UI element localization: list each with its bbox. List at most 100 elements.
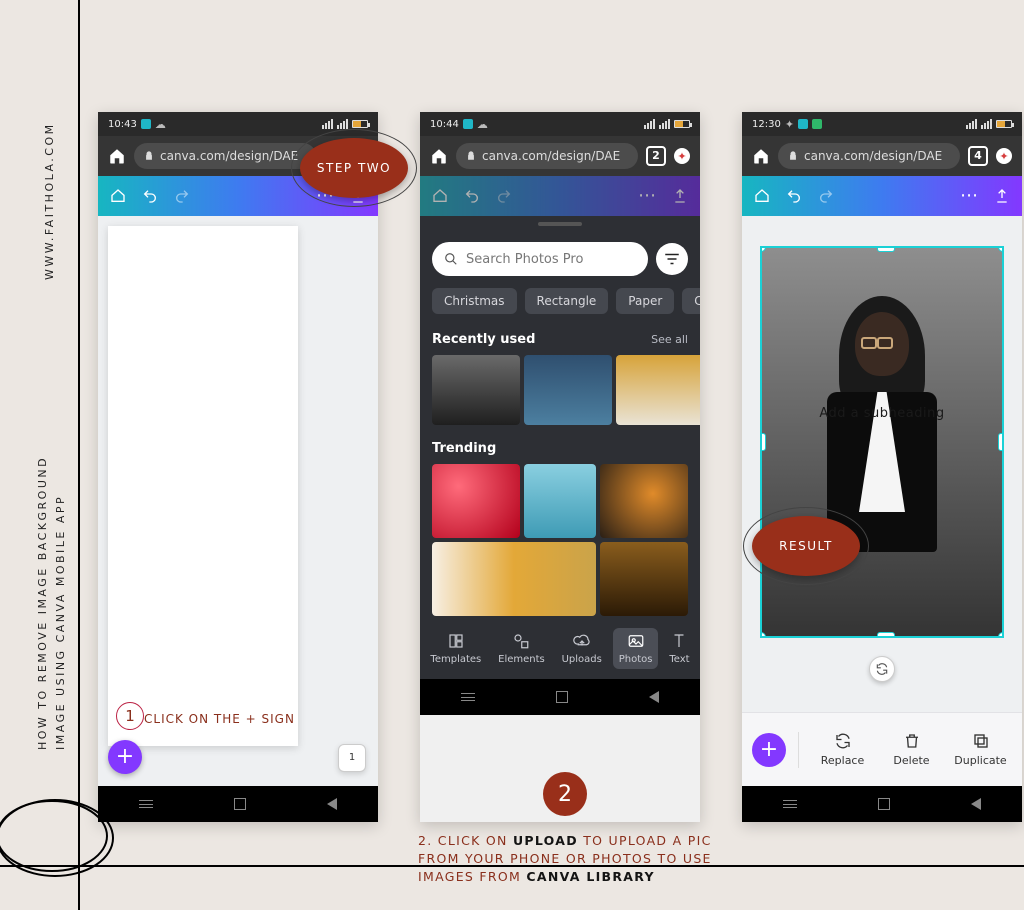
- photo-thumb[interactable]: [432, 542, 596, 616]
- canva-toolbar: ⋯: [742, 176, 1022, 216]
- share-icon[interactable]: [672, 188, 688, 204]
- photo-thumb[interactable]: [524, 464, 596, 538]
- resize-handle[interactable]: [760, 632, 766, 638]
- share-icon[interactable]: [994, 188, 1010, 204]
- search-row: Search Photos Pro: [420, 232, 700, 284]
- recent-thumbs: [420, 351, 700, 435]
- search-input[interactable]: Search Photos Pro: [432, 242, 648, 276]
- action-delete[interactable]: Delete: [880, 732, 943, 767]
- rotate-icon: [875, 662, 889, 676]
- status-time: 10:43: [108, 119, 137, 130]
- blank-page[interactable]: [108, 226, 298, 746]
- chip[interactable]: Christmas: [432, 288, 517, 314]
- tab-count[interactable]: 4: [968, 146, 988, 166]
- back-nav-icon[interactable]: [327, 798, 337, 810]
- nav-label: Templates: [430, 654, 481, 665]
- more-icon[interactable]: ⋯: [638, 187, 656, 205]
- photo-thumb[interactable]: [600, 464, 688, 538]
- resize-handle[interactable]: [998, 246, 1004, 252]
- sheet-handle[interactable]: [420, 216, 700, 232]
- canva-home-icon[interactable]: [754, 188, 770, 204]
- resize-handle[interactable]: [877, 632, 895, 638]
- photo-thumb[interactable]: [524, 355, 612, 425]
- resize-handle[interactable]: [998, 433, 1004, 451]
- recent-apps-icon[interactable]: [783, 800, 797, 808]
- section-title: Recently used: [432, 332, 535, 347]
- filter-icon: [663, 250, 681, 268]
- canvas-area[interactable]: 1 CLICK ON THE + SIGN + 1: [98, 216, 378, 786]
- undo-icon[interactable]: [142, 188, 158, 204]
- nav-templates[interactable]: Templates: [424, 628, 487, 669]
- add-button[interactable]: +: [752, 733, 786, 767]
- see-all-link[interactable]: See all: [651, 333, 688, 346]
- back-nav-icon[interactable]: [971, 798, 981, 810]
- redo-icon[interactable]: [496, 188, 512, 204]
- action-replace[interactable]: Replace: [811, 732, 874, 767]
- trending-grid: [420, 460, 700, 620]
- photo-thumb[interactable]: [432, 464, 520, 538]
- photo-thumb[interactable]: [616, 355, 700, 425]
- browser-extension-icon[interactable]: ✦: [674, 148, 690, 164]
- add-button[interactable]: +: [108, 740, 142, 774]
- home-nav-icon[interactable]: [556, 691, 568, 703]
- home-nav-icon[interactable]: [878, 798, 890, 810]
- photo-thumb[interactable]: [432, 355, 520, 425]
- tab-count[interactable]: 2: [646, 146, 666, 166]
- resize-handle[interactable]: [760, 246, 766, 252]
- resize-handle[interactable]: [998, 632, 1004, 638]
- url-bar[interactable]: canva.com/design/DAE: [134, 143, 316, 169]
- cloud-icon: ☁: [155, 118, 166, 131]
- browser-extension-icon[interactable]: ✦: [996, 148, 1012, 164]
- photos-icon: [627, 632, 645, 650]
- action-duplicate[interactable]: Duplicate: [949, 732, 1012, 767]
- undo-icon[interactable]: [464, 188, 480, 204]
- resize-handle[interactable]: [877, 246, 895, 252]
- nav-uploads[interactable]: Uploads: [556, 628, 608, 669]
- url-bar[interactable]: canva.com/design/DAE: [456, 143, 638, 169]
- signal-icon: [322, 119, 333, 129]
- page-count-badge[interactable]: 1: [338, 744, 366, 772]
- url-text: canva.com/design/DAE: [804, 149, 942, 163]
- search-placeholder: Search Photos Pro: [466, 252, 583, 267]
- chip[interactable]: Circle: [682, 288, 700, 314]
- more-icon[interactable]: ⋯: [960, 187, 978, 205]
- status-bar: 10:44 ☁: [420, 112, 700, 136]
- trash-icon: [903, 732, 921, 750]
- action-label: Duplicate: [954, 754, 1006, 767]
- nav-photos[interactable]: Photos: [613, 628, 659, 669]
- canva-home-icon[interactable]: [432, 188, 448, 204]
- lock-icon: [466, 151, 476, 161]
- nav-text[interactable]: Text: [663, 628, 695, 669]
- back-nav-icon[interactable]: [649, 691, 659, 703]
- phone-1: 10:43 ☁ canva.com/design/DAE 2 ✦: [98, 112, 378, 822]
- android-nav-bar: [742, 786, 1022, 822]
- battery-icon: [352, 120, 368, 128]
- recent-apps-icon[interactable]: [461, 693, 475, 701]
- chip[interactable]: Rectangle: [525, 288, 609, 314]
- tutorial-title-line-1: HOW TO REMOVE IMAGE BACKGROUND: [36, 456, 49, 750]
- home-icon[interactable]: [108, 147, 126, 165]
- resize-handle[interactable]: [760, 433, 766, 451]
- chip[interactable]: Paper: [616, 288, 674, 314]
- recent-apps-icon[interactable]: [139, 800, 153, 808]
- redo-icon[interactable]: [818, 188, 834, 204]
- canvas-area[interactable]: Add a subheading + Replace Delete Duplic…: [742, 216, 1022, 786]
- android-nav-bar: [420, 679, 700, 715]
- divider: [798, 732, 799, 768]
- android-nav-bar: [98, 786, 378, 822]
- photo-thumb[interactable]: [600, 542, 688, 616]
- url-text: canva.com/design/DAE: [482, 149, 620, 163]
- redo-icon[interactable]: [174, 188, 190, 204]
- home-icon[interactable]: [430, 147, 448, 165]
- nav-elements[interactable]: Elements: [492, 628, 551, 669]
- undo-icon[interactable]: [786, 188, 802, 204]
- home-icon[interactable]: [752, 147, 770, 165]
- battery-icon: [996, 120, 1012, 128]
- filter-button[interactable]: [656, 243, 688, 275]
- subheading-text[interactable]: Add a subheading: [819, 406, 944, 421]
- rotate-handle[interactable]: [869, 656, 895, 682]
- decor-vertical-line: [78, 0, 80, 910]
- canva-home-icon[interactable]: [110, 188, 126, 204]
- url-bar[interactable]: canva.com/design/DAE: [778, 143, 960, 169]
- home-nav-icon[interactable]: [234, 798, 246, 810]
